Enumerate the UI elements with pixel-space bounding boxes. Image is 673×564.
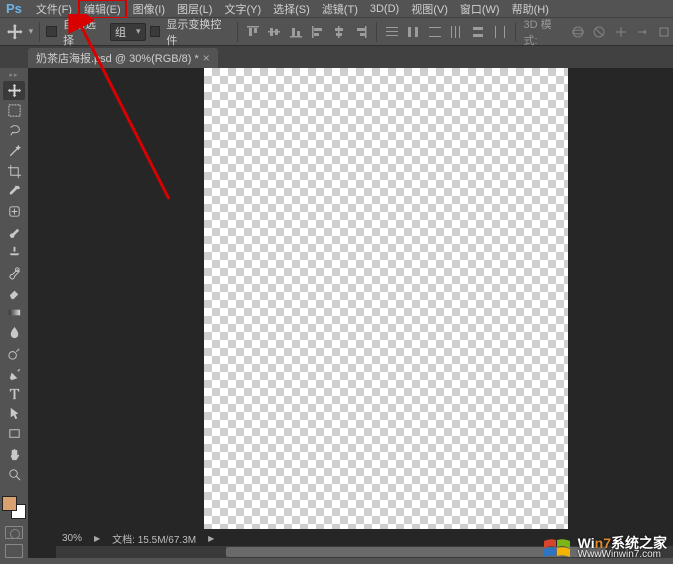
mode-3d-slide-icon[interactable] [634,23,652,41]
autoselect-target-value: 组 [115,24,126,40]
document-tab[interactable]: 奶茶店海报.psd @ 30%(RGB/8) * × [28,48,218,68]
hand-tool[interactable] [3,445,25,464]
autoselect-checkbox[interactable] [46,26,57,37]
distribute-left-icon[interactable] [448,23,466,41]
watermark: Win7系统之家 WwwWinwin7.com [542,536,667,560]
path-select-tool[interactable] [3,404,25,423]
rectangle-tool[interactable] [3,424,25,443]
mode-3d-roll-icon[interactable] [590,23,608,41]
close-tab-icon[interactable]: × [203,51,210,65]
distribute-vcenter-icon[interactable] [404,23,422,41]
document-tab-bar: 奶茶店海报.psd @ 30%(RGB/8) * × [0,46,673,68]
distribute-hcenter-icon[interactable] [469,23,487,41]
show-transform-checkbox[interactable] [150,26,161,37]
autoselect-label: 自动选择 [63,16,106,48]
docsize-label: 文档: [112,535,135,546]
type-tool[interactable] [3,384,25,403]
distribute-right-icon[interactable] [491,23,509,41]
document-canvas[interactable] [204,68,568,553]
quick-mask-toggle[interactable] [5,526,23,540]
menu-image[interactable]: 图像(I) [127,0,171,19]
move-tool-icon [6,23,24,41]
watermark-logo-icon [542,537,572,559]
app-logo: Ps [4,1,24,16]
eyedropper-tool[interactable] [3,182,25,201]
distribute-bottom-icon[interactable] [426,23,444,41]
brush-tool[interactable] [3,222,25,241]
move-tool[interactable] [3,81,25,100]
watermark-url: WwwWinwin7.com [578,550,661,560]
menu-select[interactable]: 选择(S) [267,0,316,19]
screen-mode-toggle[interactable] [5,544,23,558]
marquee-tool[interactable] [3,101,25,120]
gradient-tool[interactable] [3,303,25,322]
docsize-value: 15.5M/67.3M [138,535,196,546]
foreground-color-swatch[interactable] [2,496,17,511]
status-arrow-icon[interactable]: ▶ [94,534,100,543]
align-top-icon[interactable] [244,23,262,41]
mode-3d-pan-icon[interactable] [612,23,630,41]
lasso-tool[interactable] [3,121,25,140]
menu-window[interactable]: 窗口(W) [454,0,506,19]
status-arrow2-icon[interactable]: ▶ [208,534,214,543]
mode-3d-orbit-icon[interactable] [569,23,587,41]
align-vcenter-icon[interactable] [266,23,284,41]
magic-wand-tool[interactable] [3,141,25,160]
dodge-tool[interactable] [3,343,25,362]
document-tab-title: 奶茶店海报.psd @ 30%(RGB/8) * [36,50,199,66]
mode-3d-label: 3D 模式: [523,16,564,48]
zoom-level[interactable]: 30% [62,533,82,544]
align-hcenter-icon[interactable] [331,23,349,41]
clone-stamp-tool[interactable] [3,242,25,261]
crop-tool[interactable] [3,161,25,180]
align-left-icon[interactable] [309,23,327,41]
watermark-brand: Win7系统之家 [578,536,667,550]
align-right-icon[interactable] [352,23,370,41]
menu-3d[interactable]: 3D(D) [364,1,405,17]
pen-tool[interactable] [3,364,25,383]
mode-3d-scale-icon[interactable] [655,23,673,41]
tools-panel-grip-icon[interactable]: ▸▸ [3,70,25,80]
zoom-tool[interactable] [3,465,25,484]
canvas-area: 30% ▶ 文档: 15.5M/67.3M ▶ [28,68,673,558]
align-bottom-icon[interactable] [287,23,305,41]
dropdown-arrow-icon[interactable]: ▾ [29,26,34,37]
main-area: ▸▸ 30% ▶ [0,68,673,558]
autoselect-target-select[interactable]: 组 ▾ [110,23,146,41]
eraser-tool[interactable] [3,283,25,302]
history-brush-tool[interactable] [3,263,25,282]
color-swatches[interactable] [2,496,26,519]
blur-tool[interactable] [3,323,25,342]
menu-filter[interactable]: 滤镜(T) [316,0,364,19]
options-bar: ▾ 自动选择 组 ▾ 显示变换控件 3D 模式: [0,18,673,46]
healing-brush-tool[interactable] [3,202,25,221]
distribute-top-icon[interactable] [383,23,401,41]
menu-view[interactable]: 视图(V) [405,0,454,19]
tools-panel: ▸▸ [0,68,28,558]
show-transform-label: 显示变换控件 [166,16,231,48]
